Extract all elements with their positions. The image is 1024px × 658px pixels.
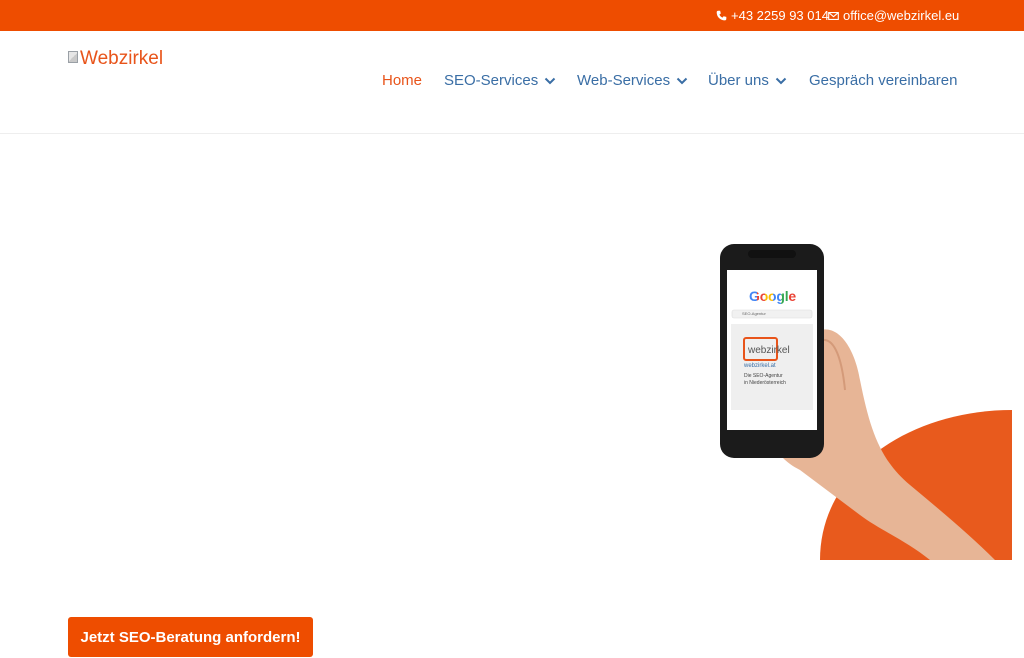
hero-phone-illustration xyxy=(720,244,1012,560)
search-query: SEO-Agentur xyxy=(742,311,766,316)
nav-gespraech-vereinbaren[interactable]: Gespräch vereinbaren xyxy=(809,72,957,89)
nav-seo-services[interactable]: SEO-Services xyxy=(444,72,556,89)
chevron-down-icon xyxy=(775,77,787,84)
result-brand: webzirkel xyxy=(748,345,790,356)
email-contact[interactable]: office@webzirkel.eu xyxy=(828,8,959,23)
nav-web-services-label: Web-Services xyxy=(577,72,671,89)
chevron-down-icon xyxy=(676,77,688,84)
seo-consultation-button[interactable]: Jetzt SEO-Beratung anfordern! xyxy=(68,617,313,657)
nav-gespraech-label: Gespräch vereinbaren xyxy=(809,72,958,89)
nav-home[interactable]: Home xyxy=(382,72,422,89)
chevron-down-icon xyxy=(544,77,556,84)
logo-link[interactable]: Webzirkel xyxy=(68,49,163,69)
email-address[interactable]: office@webzirkel.eu xyxy=(843,8,959,23)
result-text-2: in Niederösterreich xyxy=(744,380,786,386)
top-contact-bar: +43 2259 93 014 office@webzirkel.eu xyxy=(0,0,1024,31)
result-url: webzirkel.at xyxy=(744,363,776,369)
google-logo: Google xyxy=(749,288,797,304)
site-header: Webzirkel Home SEO-Services Web-Services… xyxy=(0,31,1024,134)
envelope-icon xyxy=(828,11,839,20)
nav-web-services[interactable]: Web-Services xyxy=(577,72,688,89)
logo-alt-text: Webzirkel xyxy=(80,48,164,69)
result-text-1: Die SEO-Agentur xyxy=(744,373,783,379)
phone-number[interactable]: +43 2259 93 014 xyxy=(731,8,829,23)
nav-ueber-uns[interactable]: Über uns xyxy=(708,72,787,89)
broken-image-icon xyxy=(68,51,78,63)
phone-icon xyxy=(716,10,727,21)
nav-seo-services-label: SEO-Services xyxy=(444,72,539,89)
nav-home-label: Home xyxy=(382,72,423,89)
phone-contact[interactable]: +43 2259 93 014 xyxy=(716,8,829,23)
nav-ueber-uns-label: Über uns xyxy=(708,72,769,89)
